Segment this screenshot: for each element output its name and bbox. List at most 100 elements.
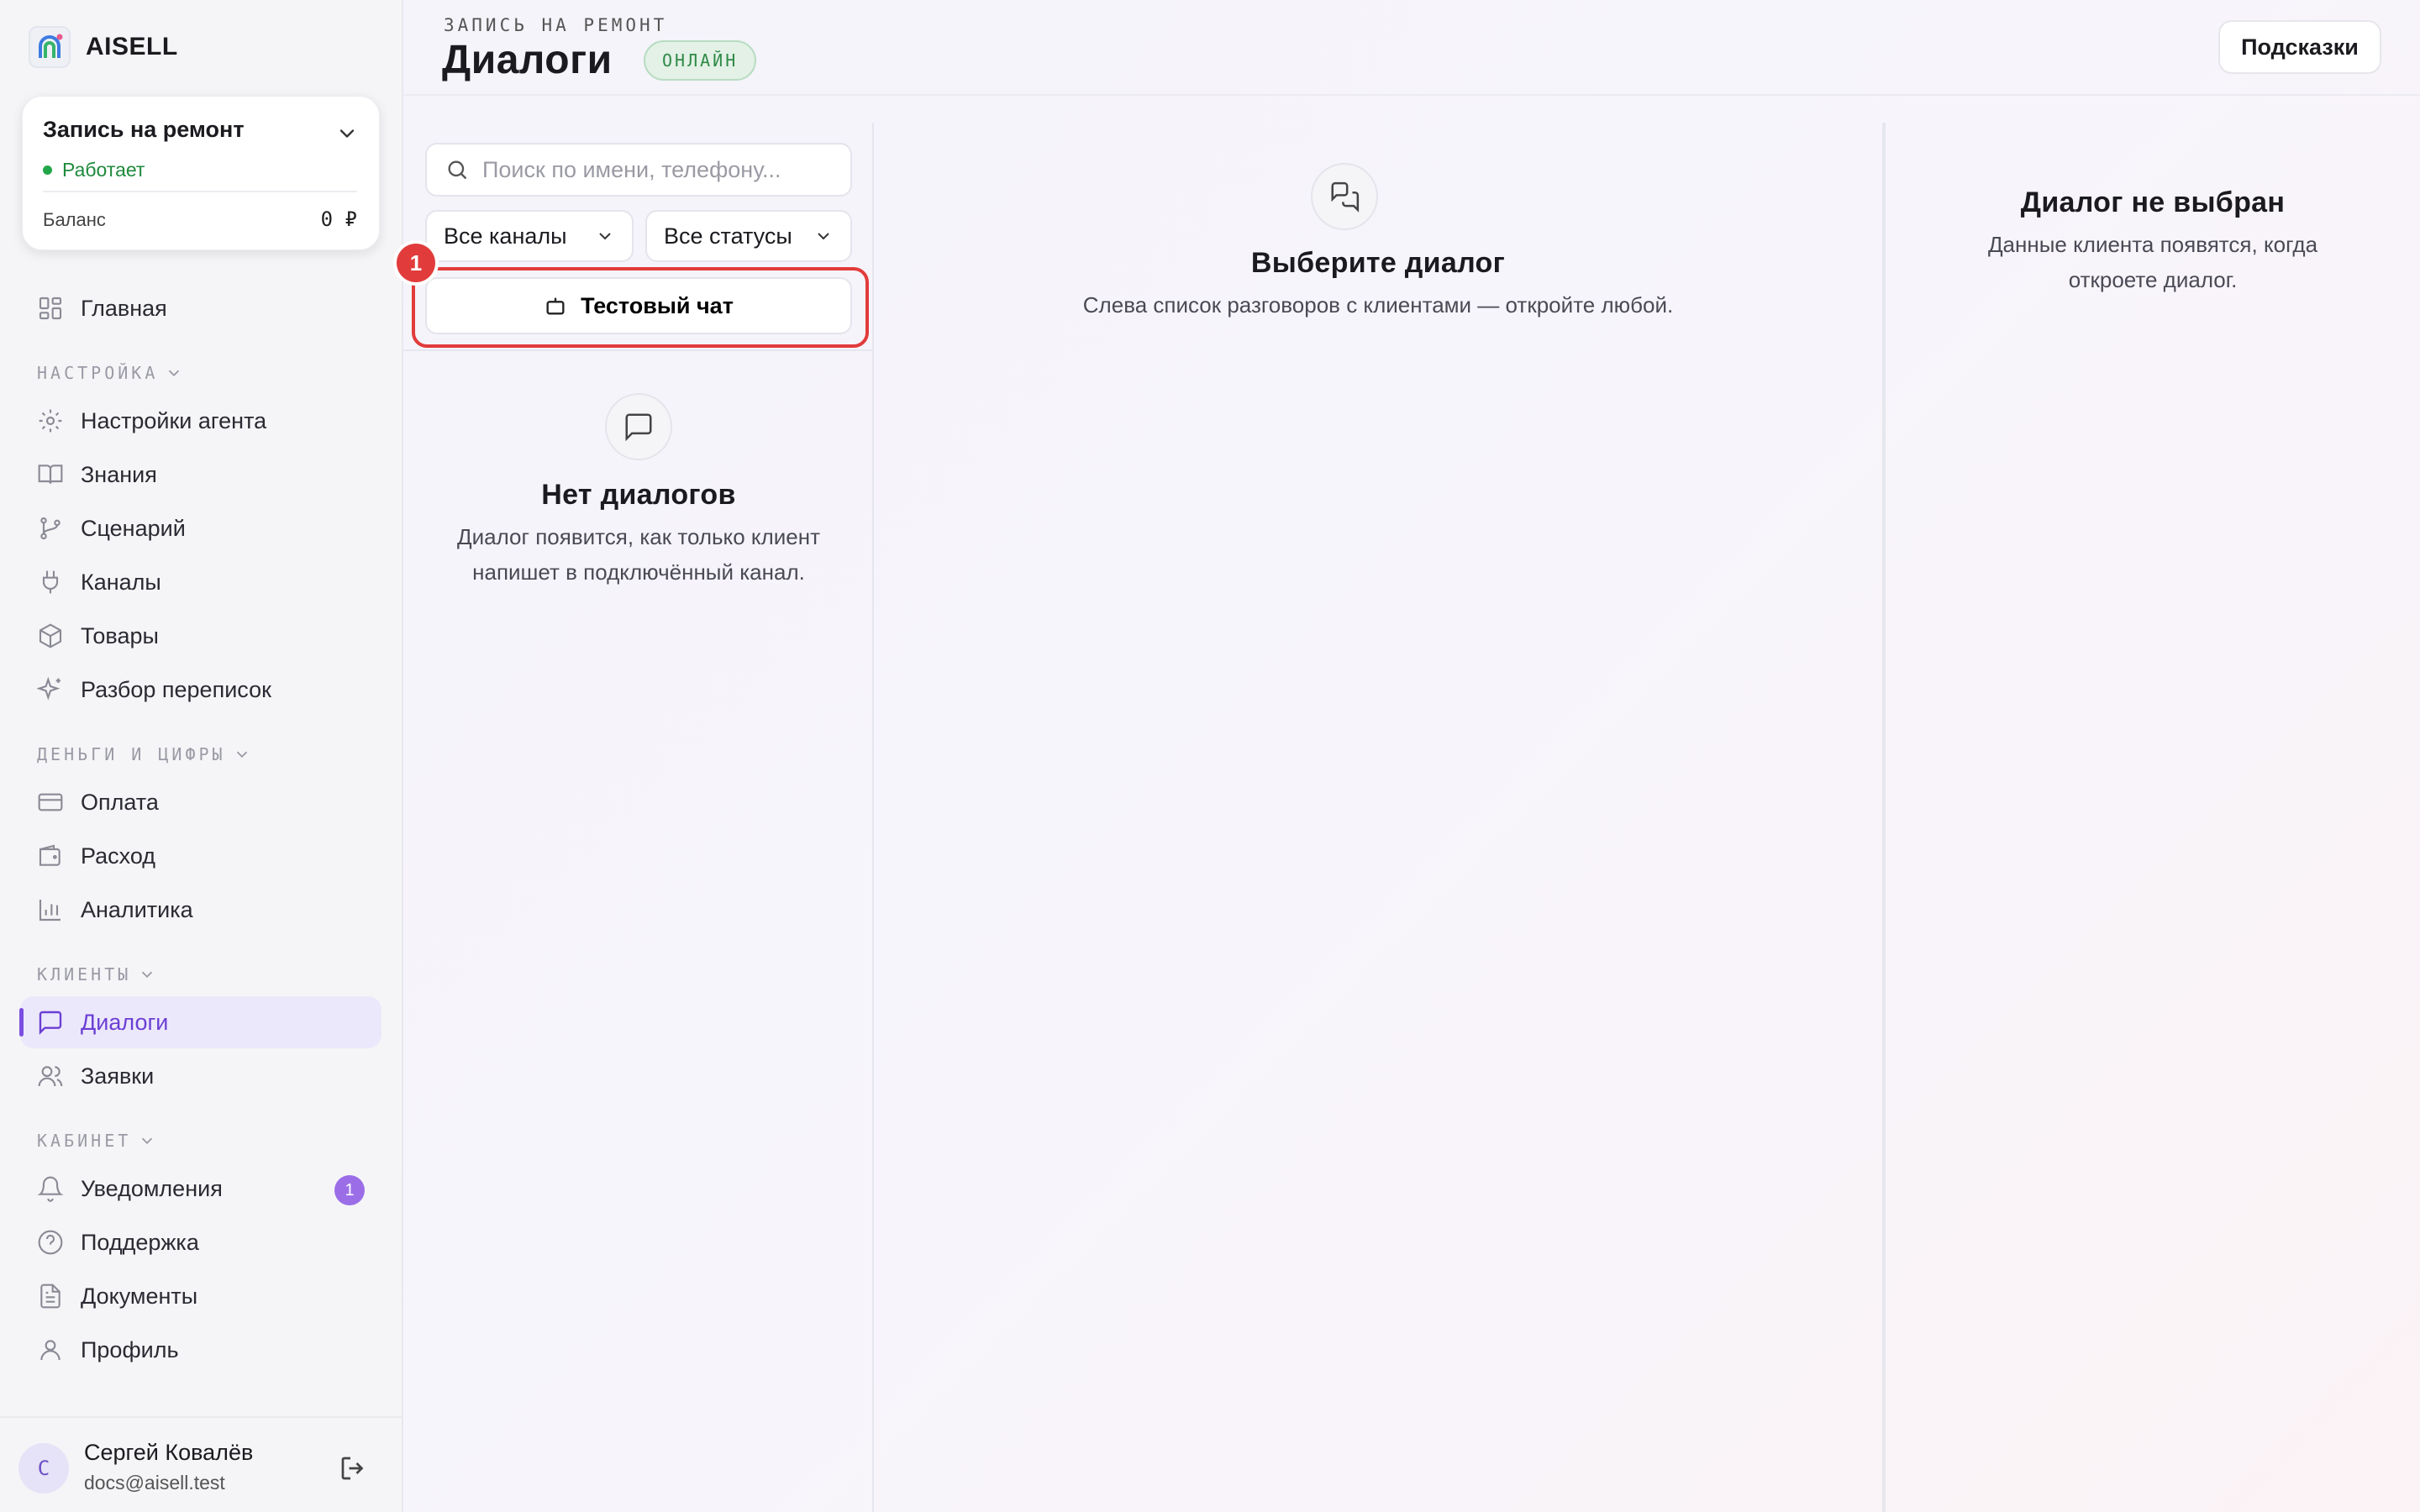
bell-icon (37, 1176, 64, 1202)
git-branch-icon (40, 517, 60, 540)
sidebar-item-label: Расход (81, 843, 156, 869)
brand-name: AISELL (86, 33, 178, 60)
divider (403, 349, 874, 351)
sidebar: AISELL Запись на ремонт Работает Баланс … (0, 0, 403, 1512)
sidebar-item-label: Сценарий (81, 515, 186, 541)
sidebar-item-analytics[interactable]: Аналитика (20, 884, 381, 936)
users-icon (38, 1066, 63, 1087)
sidebar-item-label: Настройки агента (81, 407, 267, 433)
sidebar-item-label: Главная (81, 295, 167, 321)
chevron-down-icon (142, 971, 153, 979)
chevron-down-icon[interactable] (335, 122, 359, 145)
chevron-down-icon (169, 370, 180, 377)
empty-list-title: Нет диалогов (541, 479, 736, 511)
divider (43, 191, 357, 192)
user-email: docs@aisell.test (84, 1472, 225, 1494)
section-cabinet[interactable]: КАБИНЕТ (37, 1131, 156, 1151)
test-chat-label: Тестовый чат (581, 292, 734, 318)
file-text-icon (40, 1284, 60, 1309)
sidebar-item-notifications[interactable]: Уведомления 1 (20, 1163, 381, 1215)
step-marker: 1 (397, 244, 435, 282)
channel-filter-select[interactable]: Все каналы (425, 210, 634, 262)
chevron-down-icon (142, 1137, 153, 1145)
credit-card-icon (38, 793, 63, 811)
wallet-icon (39, 844, 60, 866)
sidebar-item-chat-review[interactable]: Разбор переписок (20, 664, 381, 716)
project-switcher[interactable]: Запись на ремонт Работает Баланс 0 ₽ (22, 96, 380, 250)
search-placeholder: Поиск по имени, телефону... (482, 156, 781, 182)
notification-count-badge: 1 (334, 1175, 365, 1205)
sidebar-item-label: Поддержка (81, 1229, 199, 1255)
section-clients[interactable]: КЛИЕНТЫ (37, 964, 156, 984)
sidebar-item-profile[interactable]: Профиль (20, 1324, 381, 1376)
hints-button[interactable]: Подсказки (2218, 20, 2381, 74)
sidebar-item-requests[interactable]: Заявки (20, 1050, 381, 1102)
sidebar-item-label: Уведомления (81, 1175, 223, 1201)
sidebar-item-label: Диалоги (81, 1009, 169, 1035)
page-header: ЗАПИСЬ НА РЕМОНТ Диалоги ОНЛАЙН Подсказк… (403, 0, 2420, 96)
chevron-down-icon (818, 233, 829, 240)
sidebar-item-label: Оплата (81, 789, 159, 815)
user-icon (40, 1340, 60, 1361)
balance-value: 0 ₽ (320, 207, 357, 231)
sidebar-item-label: Знания (81, 461, 157, 487)
message-square-icon (605, 393, 672, 460)
sidebar-item-payment[interactable]: Оплата (20, 776, 381, 828)
aisell-logo-icon (29, 26, 71, 68)
client-info-panel: Диалог не выбран Данные клиента появятся… (1882, 123, 2420, 1512)
dialog-list-panel: Поиск по имени, телефону... Все каналы В… (397, 123, 874, 1512)
info-empty-text-line2: откроете диалог. (2068, 267, 2238, 292)
chat-panel: Выберите диалог Слева список разговоров … (874, 123, 1882, 1512)
message-square-icon (39, 1011, 62, 1035)
sidebar-item-knowledge[interactable]: Знания (20, 449, 381, 501)
book-icon (38, 465, 63, 484)
sidebar-item-label: Разбор переписок (81, 676, 271, 702)
section-money[interactable]: ДЕНЬГИ И ЦИФРЫ (37, 744, 251, 764)
info-empty-title: Диалог не выбран (2020, 186, 2286, 218)
sidebar-item-dialogs[interactable]: Диалоги (19, 996, 381, 1048)
info-empty-text-line1: Данные клиента появятся, когда (1987, 232, 2318, 257)
empty-list-text-line2: напишет в подключённый канал. (472, 559, 805, 585)
box-icon (39, 623, 62, 648)
chevron-down-icon (236, 751, 247, 759)
search-input[interactable]: Поиск по имени, телефону... (425, 143, 852, 197)
gear-icon (39, 409, 62, 433)
avatar[interactable]: С (18, 1443, 69, 1494)
project-name: Запись на ремонт (43, 117, 245, 142)
sidebar-item-label: Документы (81, 1283, 198, 1309)
grid-icon (39, 297, 62, 320)
section-label: ДЕНЬГИ И ЦИФРЫ (37, 744, 226, 764)
status-dot-icon (43, 165, 52, 175)
sidebar-item-channels[interactable]: Каналы (20, 556, 381, 608)
balance-label: Баланс (43, 209, 106, 230)
sidebar-item-agent-settings[interactable]: Настройки агента (20, 395, 381, 447)
sidebar-item-label: Каналы (81, 569, 161, 595)
chevron-down-icon (599, 233, 611, 240)
section-settings[interactable]: НАСТРОЙКА (37, 363, 183, 383)
sidebar-item-expense[interactable]: Расход (20, 830, 381, 882)
chat-empty-title: Выберите диалог (1250, 247, 1506, 279)
section-label: КАБИНЕТ (37, 1131, 132, 1151)
sidebar-item-label: Профиль (81, 1336, 179, 1362)
sidebar-item-label: Заявки (81, 1063, 155, 1089)
search-icon (448, 160, 467, 180)
chat-empty-text: Слева список разговоров с клиентами — от… (1082, 292, 1674, 318)
sidebar-item-products[interactable]: Товары (20, 610, 381, 662)
sidebar-item-home[interactable]: Главная (20, 282, 381, 334)
logout-icon[interactable] (338, 1453, 368, 1483)
sidebar-item-label: Товары (81, 622, 159, 648)
bot-icon (546, 297, 565, 315)
brand[interactable]: AISELL (29, 25, 178, 69)
sidebar-item-support[interactable]: Поддержка (20, 1216, 381, 1268)
sparkles-icon (37, 676, 60, 701)
sidebar-item-scenario[interactable]: Сценарий (20, 502, 381, 554)
status-badge: ОНЛАЙН (644, 40, 757, 81)
bar-chart-icon (39, 900, 60, 921)
sidebar-item-documents[interactable]: Документы (20, 1270, 381, 1322)
page-title: Диалоги (442, 38, 613, 82)
sidebar-item-label: Аналитика (81, 896, 193, 922)
project-status-label: Работает (62, 159, 145, 181)
test-chat-button[interactable]: Тестовый чат (425, 277, 852, 334)
section-label: НАСТРОЙКА (37, 363, 159, 383)
status-filter-select[interactable]: Все статусы (645, 210, 852, 262)
